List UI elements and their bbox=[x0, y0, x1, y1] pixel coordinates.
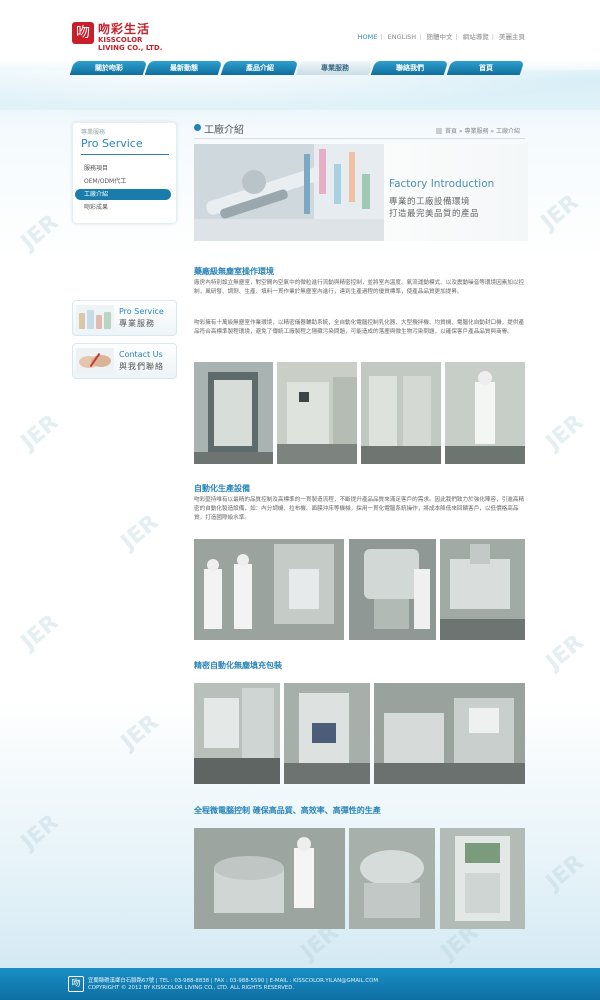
cosmetic-bottles-icon bbox=[76, 305, 114, 331]
promo-pro-service[interactable]: Pro Service 專業服務 bbox=[72, 300, 177, 336]
nav-item-pro-service[interactable]: 專業服務 bbox=[295, 61, 374, 75]
top-link-sitemap[interactable]: 網站導覽 bbox=[460, 33, 492, 41]
site-logo[interactable]: 吻 吻彩生活 KISSCOLOR LIVING CO., LTD. bbox=[72, 20, 162, 52]
section-paragraph: 廠房內特別設立無塵室，對空間內空氣中的微粒進行流動與精密控制，並將室內溫度、氣流… bbox=[194, 280, 525, 295]
nav-item-about[interactable]: 關於吻彩 bbox=[69, 61, 148, 75]
breadcrumb: 首頁 » 專業服務 » 工廠介紹 bbox=[436, 126, 520, 135]
banner-title-en: Factory Introduction bbox=[389, 178, 495, 190]
page-title-bullet-icon bbox=[194, 124, 201, 131]
sidebar-item-factory[interactable]: 工廠介紹 bbox=[75, 189, 171, 200]
promo-pro-service-en: Pro Service bbox=[119, 307, 164, 316]
section-title-packaging: 精密自動化無塵填充包裝 bbox=[194, 661, 282, 670]
main-nav: 關於吻彩 最新動態 產品介紹 專業服務 聯絡我們 首頁 bbox=[69, 61, 525, 75]
mixer-machine-photo bbox=[349, 539, 436, 640]
top-links: HOME | ENGLISH | 簡體中文 | 網站導覽 | 美麗主頁 bbox=[355, 31, 528, 41]
page-title: 工廠介紹 bbox=[204, 125, 244, 136]
footer-contact-info: 宜蘭縣礁溪鄉白石腳路67號 | TEL : 03-988-8838 | FAX … bbox=[88, 978, 378, 984]
factory-banner: Factory Introduction 專業的工廠設備環境 打造最完美品質的產… bbox=[194, 144, 528, 241]
nav-item-news[interactable]: 最新動態 bbox=[145, 61, 223, 75]
section-title-cleanroom: 藥廠級無塵室操作環境 bbox=[194, 267, 274, 276]
cleanroom-photo bbox=[445, 362, 525, 464]
top-link-beauty-home[interactable]: 美麗主頁 bbox=[496, 33, 528, 41]
sidebar-title: Pro Service bbox=[81, 137, 143, 150]
packaging-photo bbox=[194, 683, 280, 784]
banner-subtitle-2: 打造最完美品質的產品 bbox=[389, 209, 480, 219]
sidebar-item-services[interactable]: 服務項目 bbox=[75, 163, 171, 174]
breadcrumb-text[interactable]: 首頁 » 專業服務 » 工廠介紹 bbox=[445, 128, 520, 135]
nav-item-home[interactable]: 首頁 bbox=[446, 61, 525, 75]
footer-copyright: COPYRIGHT © 2012 BY KISSCOLOR LIVING CO.… bbox=[88, 985, 295, 991]
top-link-home[interactable]: HOME bbox=[355, 33, 381, 41]
cleanroom-photo bbox=[277, 362, 357, 464]
handshake-icon bbox=[76, 348, 114, 374]
sidebar-divider bbox=[81, 154, 169, 155]
top-link-simplified-chinese[interactable]: 簡體中文 bbox=[423, 33, 455, 41]
production-line-photo bbox=[194, 539, 344, 640]
title-divider bbox=[194, 138, 525, 139]
section-paragraph: 吻彩堅持唯有以最精的品質控制及高標準的一貫製造流程，不斷提升產品品質來滿足客戶的… bbox=[194, 497, 525, 521]
logo-mark-icon: 吻 bbox=[72, 22, 94, 44]
computer-control-photo bbox=[349, 828, 435, 929]
nav-item-contact[interactable]: 聯絡我們 bbox=[371, 61, 449, 75]
sidebar-item-oem-odm[interactable]: OEM/ODM代工 bbox=[75, 176, 171, 187]
site-footer: 吻 宜蘭縣礁溪鄉白石腳路67號 | TEL : 03-988-8838 | FA… bbox=[0, 968, 600, 1000]
sidebar-caption: 專業服務 bbox=[81, 129, 106, 136]
section-title-automation: 自動化生產設備 bbox=[194, 484, 250, 493]
sidebar-item-results[interactable]: 吻彩成果 bbox=[75, 202, 171, 213]
brand-name-en-sub: LIVING CO., LTD. bbox=[98, 44, 163, 52]
cleanroom-photo bbox=[194, 362, 273, 464]
footer-logo-icon: 吻 bbox=[68, 976, 84, 992]
computer-control-photo bbox=[194, 828, 345, 929]
promo-contact-us[interactable]: Contact Us 與我們聯絡 bbox=[72, 343, 177, 379]
packaging-photo bbox=[284, 683, 370, 784]
promo-pro-service-cn: 專業服務 bbox=[119, 319, 155, 328]
section-paragraph: 吻彩擁有十萬級無塵室作業環境，以精密儀器輔助系統，全自動化電腦控制乳化器、大型攪… bbox=[194, 320, 525, 335]
computer-control-photo bbox=[440, 828, 525, 929]
brand-name-en: KISSCOLOR bbox=[98, 36, 143, 44]
brand-name-cn: 吻彩生活 bbox=[98, 22, 151, 36]
packaging-line-photo bbox=[374, 683, 525, 784]
sidebar: 專業服務 Pro Service 服務項目 OEM/ODM代工 工廠介紹 吻彩成… bbox=[72, 122, 177, 224]
home-icon bbox=[436, 128, 442, 134]
microscope-image bbox=[194, 144, 384, 241]
banner-subtitle-1: 專業的工廠設備環境 bbox=[389, 197, 471, 207]
promo-contact-cn: 與我們聯絡 bbox=[119, 362, 164, 371]
promo-contact-en: Contact Us bbox=[119, 350, 163, 359]
nav-item-products[interactable]: 產品介紹 bbox=[220, 61, 299, 75]
top-link-english[interactable]: ENGLISH bbox=[385, 33, 420, 41]
cleanroom-photo bbox=[361, 362, 441, 464]
filling-machine-photo bbox=[440, 539, 525, 640]
section-title-microcomputer: 全程微電腦控制 確保高品質、高效率、高彈性的生產 bbox=[194, 806, 381, 815]
water-wave-decoration bbox=[0, 70, 600, 110]
